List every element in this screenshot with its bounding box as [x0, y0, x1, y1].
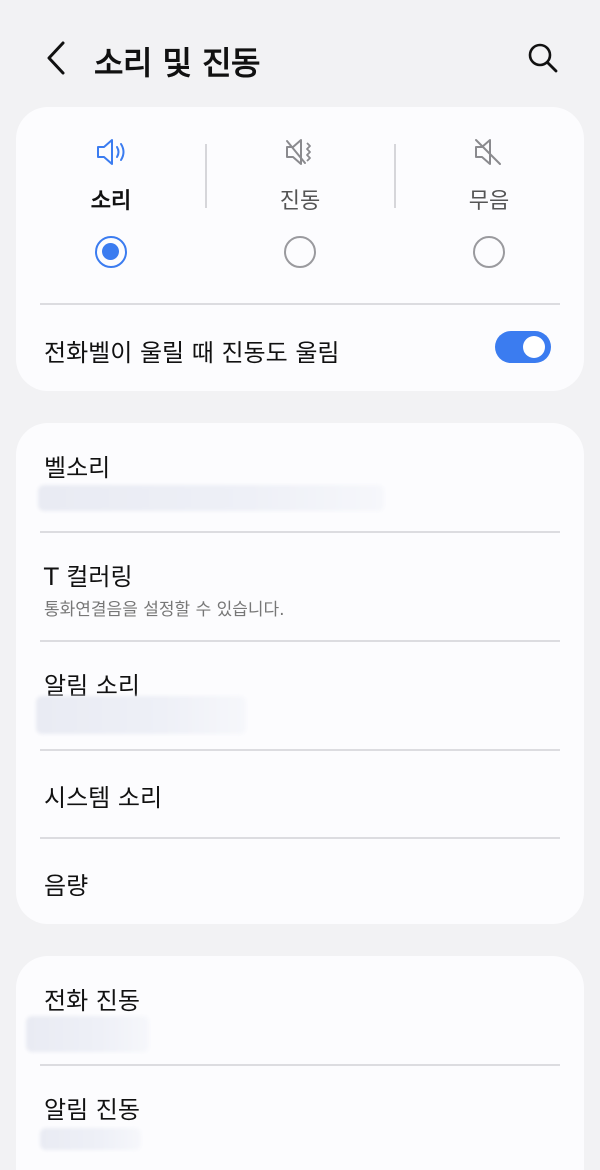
switch-knob — [523, 336, 545, 358]
app-header: 소리 및 진동 — [0, 0, 600, 110]
page-title: 소리 및 진동 — [94, 44, 260, 82]
sound-mode-selector: 소리 진동 무음 — [16, 107, 584, 303]
ringtone-title: 벨소리 — [44, 454, 111, 482]
vibrate-icon — [286, 139, 311, 165]
system-sound-title: 시스템 소리 — [44, 784, 163, 812]
list-item-system-sound[interactable]: 시스템 소리 — [16, 750, 584, 837]
sound-mode-option-mute[interactable]: 무음 — [394, 107, 584, 303]
notification-sound-subtitle-redacted — [36, 696, 246, 734]
search-button[interactable] — [520, 36, 566, 80]
sound-mode-radio-vibrate[interactable] — [284, 236, 316, 268]
t-coloring-title: T 컬러링 — [44, 563, 133, 591]
vibrate-mode-label: 진동 — [279, 189, 321, 214]
sound-mode-label: 소리 — [90, 189, 132, 214]
vibration-settings-card: 전화 진동 알림 진동 — [16, 956, 584, 1170]
sound-settings-card: 벨소리 T 컬러링 통화연결음을 설정할 수 있습니다. 알림 소리 시스템 소… — [16, 423, 584, 924]
search-icon — [528, 43, 558, 73]
sound-mode-option-vibrate[interactable]: 진동 — [205, 107, 395, 303]
list-item-notification-sound[interactable]: 알림 소리 — [16, 641, 584, 749]
chevron-left-icon — [47, 41, 65, 75]
call-vibration-title: 전화 진동 — [44, 987, 140, 1015]
volume-title: 음량 — [44, 872, 89, 900]
speaker-mute-icon — [475, 139, 501, 165]
list-item-volume[interactable]: 음량 — [16, 838, 584, 924]
vibrate-while-ringing-row[interactable]: 전화벨이 울릴 때 진동도 울림 — [16, 305, 584, 391]
vibrate-while-ringing-label: 전화벨이 울릴 때 진동도 울림 — [44, 339, 340, 367]
notification-vibration-subtitle-redacted — [40, 1128, 141, 1150]
list-item-t-coloring[interactable]: T 컬러링 통화연결음을 설정할 수 있습니다. — [16, 532, 584, 640]
vibrate-while-ringing-switch[interactable] — [495, 331, 551, 363]
sound-mode-option-sound[interactable]: 소리 — [16, 107, 206, 303]
t-coloring-subtitle: 통화연결음을 설정할 수 있습니다. — [44, 600, 285, 620]
list-item-notification-vibration[interactable]: 알림 진동 — [16, 1065, 584, 1170]
back-button[interactable] — [36, 36, 76, 80]
speaker-on-icon — [97, 139, 125, 165]
notification-vibration-title: 알림 진동 — [44, 1096, 140, 1124]
call-vibration-subtitle-redacted — [26, 1016, 149, 1052]
list-item-ringtone[interactable]: 벨소리 — [16, 423, 584, 531]
sound-mode-radio-mute[interactable] — [473, 236, 505, 268]
mute-mode-label: 무음 — [468, 189, 510, 214]
sound-mode-radio-sound[interactable] — [95, 236, 127, 268]
list-item-call-vibration[interactable]: 전화 진동 — [16, 956, 584, 1064]
ringtone-subtitle-redacted — [38, 485, 384, 511]
sound-mode-card: 소리 진동 무음 전화벨이 울릴 때 진동도 울림 — [16, 107, 584, 391]
